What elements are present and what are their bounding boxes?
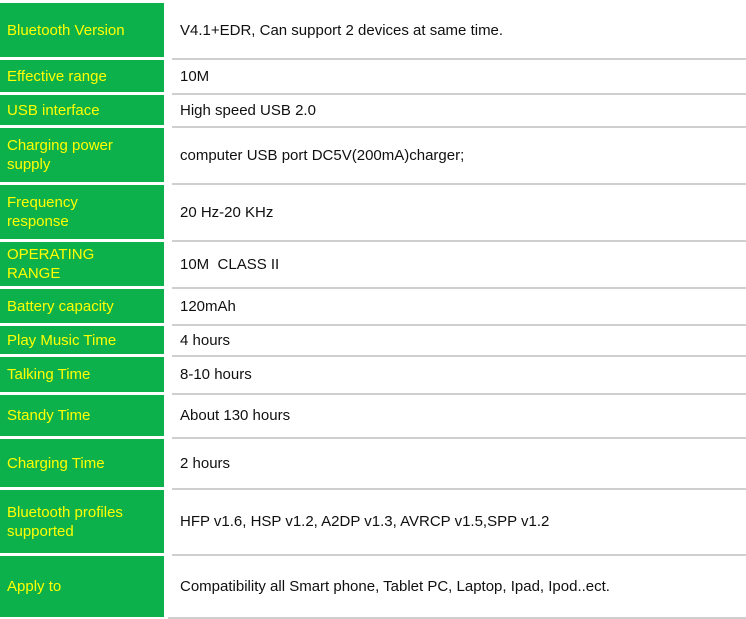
spec-value: About 130 hours: [168, 392, 746, 438]
table-row: Bluetooth Version V4.1+EDR, Can support 2…: [0, 0, 746, 59]
table-row: Battery capacity 120mAh: [0, 286, 746, 325]
spec-label: OPERATING RANGE: [0, 239, 172, 288]
spec-label: Standy Time: [0, 392, 172, 438]
spec-label: Charging Time: [0, 436, 172, 489]
spec-value: 8-10 hours: [168, 354, 746, 394]
spec-value: Compatibility all Smart phone, Tablet PC…: [168, 553, 746, 617]
spec-label: Battery capacity: [0, 286, 172, 325]
spec-label: Play Music Time: [0, 323, 172, 356]
table-row: Play Music Time 4 hours: [0, 323, 746, 356]
spec-value: HFP v1.6, HSP v1.2, A2DP v1.3, AVRCP v1.…: [168, 487, 746, 555]
specifications-table: Bluetooth Version V4.1+EDR, Can support 2…: [0, 0, 746, 619]
table-row: Frequency response 20 Hz-20 KHz: [0, 182, 746, 241]
spec-label: Charging power supply: [0, 125, 172, 184]
table-row: Apply to Compatibility all Smart phone, T…: [0, 553, 746, 617]
spec-value: 10M CLASS II: [168, 239, 746, 288]
spec-label: Apply to: [0, 553, 172, 617]
spec-label: Bluetooth Version: [0, 0, 172, 59]
spec-value: computer USB port DC5V(200mA)charger;: [168, 125, 746, 184]
table-row: OPERATING RANGE 10M CLASS II: [0, 239, 746, 288]
spec-value: 20 Hz-20 KHz: [168, 182, 746, 241]
spec-label: USB interface: [0, 92, 172, 127]
spec-value: High speed USB 2.0: [168, 92, 746, 127]
spec-value: 2 hours: [168, 436, 746, 489]
spec-label: Bluetooth profiles supported: [0, 487, 172, 555]
spec-label: Talking Time: [0, 354, 172, 394]
table-row: Talking Time 8-10 hours: [0, 354, 746, 394]
table-row: USB interface High speed USB 2.0: [0, 92, 746, 127]
spec-label: Effective range: [0, 57, 172, 94]
spec-label: Frequency response: [0, 182, 172, 241]
table-row: Charging Time 2 hours: [0, 436, 746, 489]
spec-value: 120mAh: [168, 286, 746, 325]
spec-value: V4.1+EDR, Can support 2 devices at same …: [168, 0, 746, 59]
table-row: Charging power supply computer USB port D…: [0, 125, 746, 184]
spec-value: 4 hours: [168, 323, 746, 356]
table-row: Effective range 10M: [0, 57, 746, 94]
table-row: Bluetooth profiles supported HFP v1.6, HS…: [0, 487, 746, 555]
table-row: Standy Time About 130 hours: [0, 392, 746, 438]
spec-value: 10M: [168, 57, 746, 94]
specifications-table-body: Bluetooth Version V4.1+EDR, Can support 2…: [0, 0, 746, 619]
